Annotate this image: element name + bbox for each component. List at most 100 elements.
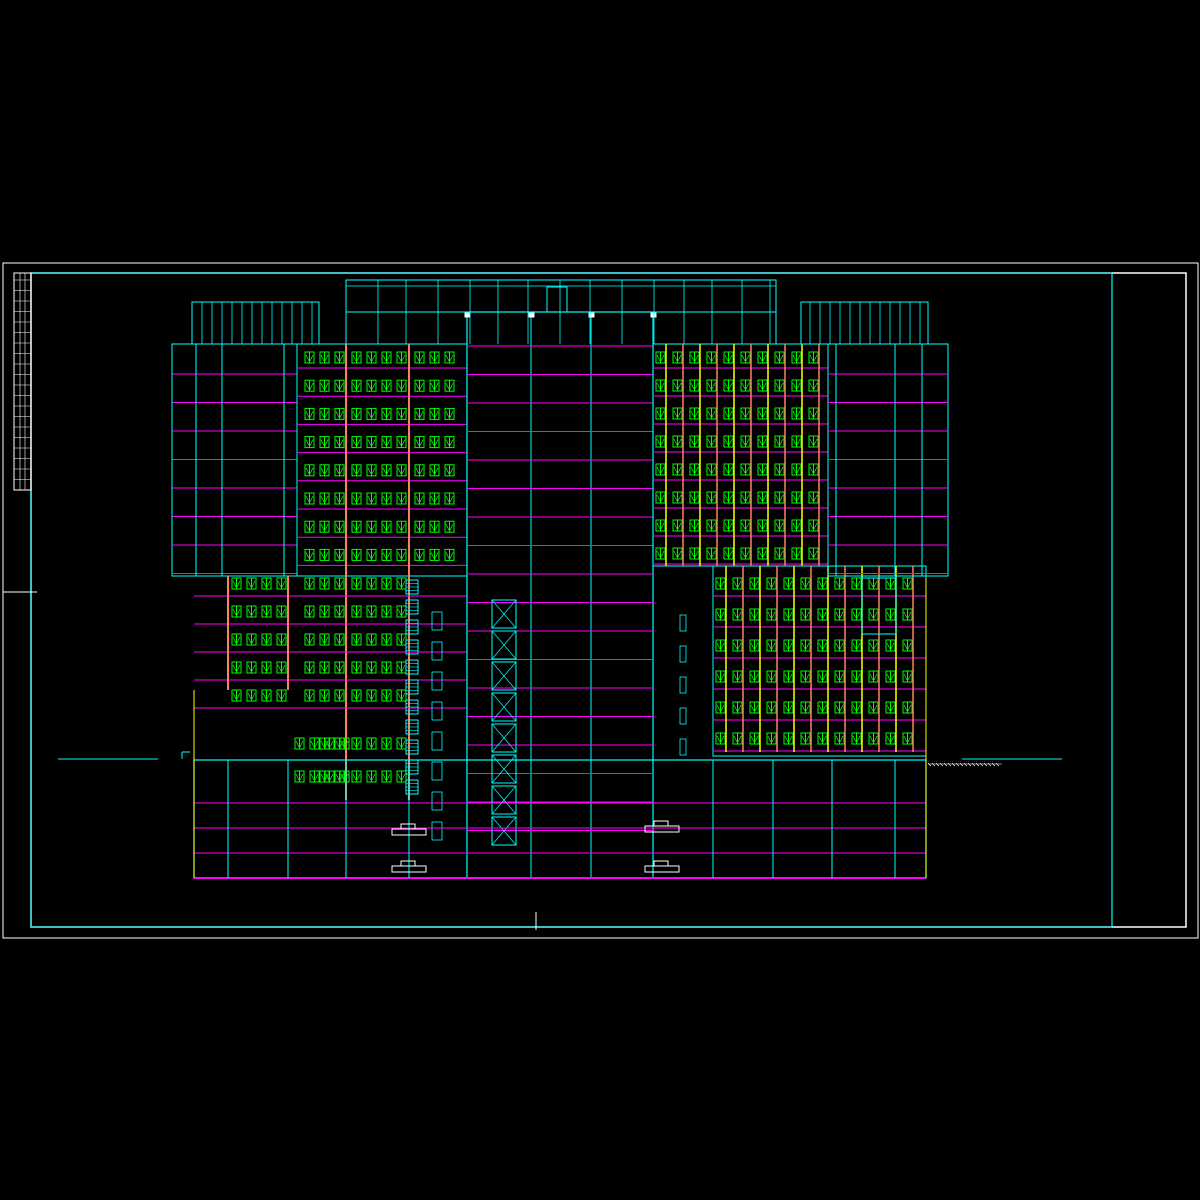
window-swing: [750, 673, 755, 681]
window-swing: [356, 580, 361, 588]
window-swing: [728, 438, 733, 446]
window-swing: [339, 495, 344, 503]
ground-hatch: [947, 762, 952, 767]
window-swing: [371, 552, 376, 559]
window-swing: [779, 466, 784, 474]
window-swing: [809, 522, 814, 530]
window-swing: [673, 382, 678, 390]
window-swing: [792, 522, 797, 530]
window-swing: [750, 704, 755, 712]
window-swing: [758, 354, 763, 362]
window-swing: [771, 673, 776, 681]
window-swing: [339, 383, 344, 390]
window-swing: [779, 382, 784, 390]
window-swing: [434, 524, 439, 531]
window-swing: [856, 580, 861, 588]
cad-viewport[interactable]: [0, 0, 1200, 1200]
window-swing: [371, 524, 376, 531]
window-swing: [805, 704, 810, 712]
window-swing: [371, 439, 376, 446]
window-swing: [762, 382, 767, 390]
window-swing: [903, 735, 908, 743]
window-swing: [382, 580, 387, 588]
window-swing: [397, 411, 402, 418]
window-swing: [320, 411, 325, 418]
window-swing: [352, 636, 357, 644]
window-swing: [724, 354, 729, 362]
window-swing: [737, 611, 742, 619]
window-swing: [805, 611, 810, 619]
window-swing: [796, 354, 801, 362]
glazing-diag: [503, 706, 517, 722]
window-swing: [305, 439, 310, 446]
window-swing: [813, 410, 818, 418]
ground-hatch: [927, 762, 932, 767]
window-swing: [277, 608, 282, 616]
window-swing: [779, 550, 784, 558]
window-swing: [335, 552, 340, 559]
window-swing: [779, 522, 784, 530]
sheet-inner-border: [30, 272, 1187, 928]
window-swing: [784, 704, 789, 712]
window-swing: [890, 642, 895, 650]
window-swing: [745, 382, 750, 390]
window-swing: [262, 636, 267, 644]
window-swing: [371, 740, 376, 748]
window-swing: [415, 495, 420, 503]
window-swing: [309, 439, 314, 446]
window-swing: [677, 466, 682, 474]
glazing-diag: [491, 692, 505, 708]
roof-parapet: [345, 279, 777, 344]
window-swing: [716, 580, 721, 588]
window-swing: [801, 735, 806, 743]
window-swing: [232, 636, 237, 644]
window-swing: [792, 550, 797, 558]
window-swing: [673, 466, 678, 474]
window-swing: [809, 410, 814, 418]
window-swing: [367, 692, 372, 700]
window-swing: [792, 354, 797, 362]
center-core-outline: [466, 311, 654, 879]
window-swing: [792, 410, 797, 418]
window-swing: [314, 773, 319, 781]
window-swing: [251, 664, 256, 672]
window-swing: [295, 773, 300, 781]
window-swing: [382, 524, 387, 531]
window-swing: [741, 438, 746, 446]
window-swing: [335, 580, 340, 588]
window-swing: [724, 438, 729, 446]
window-swing: [839, 642, 844, 650]
glazing-diag: [503, 661, 517, 677]
window-swing: [690, 466, 695, 474]
window-swing: [445, 552, 450, 559]
window-swing: [445, 495, 450, 503]
window-swing: [386, 740, 391, 748]
window-swing: [728, 550, 733, 558]
window-swing: [903, 704, 908, 712]
window-swing: [262, 664, 267, 672]
window-swing: [690, 410, 695, 418]
window-swing: [449, 383, 454, 390]
window-swing: [822, 642, 827, 650]
window-swing: [779, 438, 784, 446]
window-swing: [335, 495, 340, 503]
window-swing: [711, 382, 716, 390]
window-swing: [839, 704, 844, 712]
window-swing: [430, 467, 435, 474]
window-swing: [449, 354, 454, 362]
window-swing: [656, 354, 661, 362]
window-swing: [716, 611, 721, 619]
window-swing: [745, 522, 750, 530]
window-swing: [386, 495, 391, 503]
window-swing: [401, 740, 406, 748]
window-swing: [415, 439, 420, 446]
window-swing: [310, 773, 315, 781]
window-swing: [449, 411, 454, 418]
window-swing: [809, 494, 814, 502]
window-swing: [397, 608, 402, 616]
glazing-diag: [491, 706, 505, 722]
window-swing: [741, 410, 746, 418]
window-swing: [401, 580, 406, 588]
window-swing: [856, 611, 861, 619]
window-swing: [754, 704, 759, 712]
